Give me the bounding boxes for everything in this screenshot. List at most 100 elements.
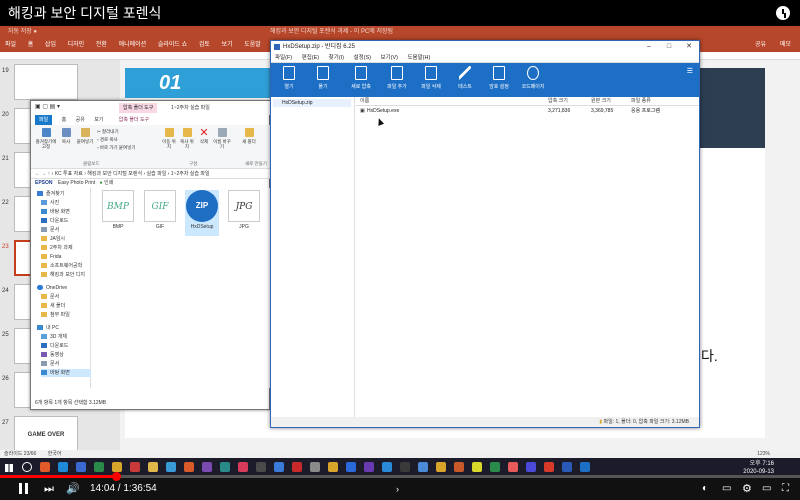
nav-item-quick-access[interactable]: 즐겨찾기 [37, 190, 64, 198]
taskbar-app-icon[interactable] [58, 462, 68, 472]
ppt-tab-help[interactable]: 도움말 [244, 42, 261, 48]
bandizip-taskbar-icon[interactable] [580, 462, 590, 472]
zoom-level[interactable]: 123% [757, 450, 770, 458]
delete-button[interactable]: ✕ 삭제 [197, 128, 211, 145]
minimize-button[interactable]: – [639, 41, 659, 53]
taskbar-app-icon[interactable] [526, 462, 536, 472]
nav-item-onedrive[interactable]: OneDrive [37, 284, 67, 292]
column-packed-size[interactable]: 압축 크기 [548, 97, 568, 106]
file-item-bmp[interactable]: BMP BMP [101, 190, 135, 236]
new-archive-button[interactable]: 새로 압축 [345, 66, 377, 90]
delete-file-button[interactable]: 파일 삭제 [415, 66, 447, 90]
ppt-tab-animation[interactable]: 애니메이션 [119, 42, 147, 48]
nav-item-downloads[interactable]: 다운로드 [41, 217, 68, 225]
explorer-tab-view[interactable]: 보기 [94, 117, 103, 123]
taskbar-app-icon[interactable] [112, 462, 122, 472]
ppt-tab-transition[interactable]: 전환 [96, 42, 107, 48]
volume-icon[interactable]: 🔊 [66, 482, 80, 496]
nav-item-folder[interactable]: 새 폴더 [41, 302, 65, 310]
taskbar-app-icon[interactable] [40, 462, 50, 472]
column-original-size[interactable]: 원본 크기 [591, 97, 611, 106]
ppt-tab-view[interactable]: 보기 [222, 42, 233, 48]
nav-item-folder[interactable]: Frida [41, 253, 61, 261]
move-to-button[interactable]: 이동 위치 [161, 128, 177, 149]
nav-item-documents[interactable]: 문서 [41, 360, 59, 368]
nav-item-folder[interactable]: 해킹과 보안 디지 [41, 271, 85, 279]
powerpoint-taskbar-icon[interactable] [544, 462, 554, 472]
chevron-icon[interactable]: › [396, 482, 406, 496]
explorer-tab-home[interactable]: 홈 [62, 117, 67, 123]
word-taskbar-icon[interactable] [562, 462, 572, 472]
ppt-tab-insert[interactable]: 삽입 [45, 42, 56, 48]
new-folder-button[interactable]: 새 폴더 [241, 128, 257, 144]
taskbar-app-icon[interactable] [508, 462, 518, 472]
visual-studio-icon[interactable] [364, 462, 374, 472]
paste-button[interactable]: 붙여넣기 [75, 128, 95, 144]
pin-to-quick-access-button[interactable]: 즐겨찾기에 고정 [35, 128, 57, 149]
taskbar-app-icon[interactable] [76, 462, 86, 472]
test-button[interactable]: 테스트 [449, 66, 481, 90]
compressed-folder-tools-tab[interactable]: 압축 폴더 도구 [119, 103, 158, 113]
subtitles-icon[interactable]: ▭ [722, 482, 736, 496]
menu-find[interactable]: 찾기(I) [329, 55, 344, 61]
codepage-button[interactable]: 코드페이지 [517, 66, 549, 90]
cut-button[interactable]: ✂ 잘라내기 [97, 129, 153, 134]
rename-button[interactable]: 이름 바꾸기 [213, 128, 231, 149]
video-title[interactable]: 해킹과 보안 디지털 포렌식 [0, 0, 800, 26]
close-button[interactable]: ✕ [679, 41, 699, 53]
taskbar-app-icon[interactable] [220, 462, 230, 472]
taskbar-app-icon[interactable] [382, 462, 392, 472]
taskbar-app-icon[interactable] [346, 462, 356, 472]
tree-item-archive[interactable]: HxDSetup.zip [273, 99, 351, 107]
add-file-button[interactable]: 파일 추가 [381, 66, 413, 90]
menu-help[interactable]: 도움말(H) [407, 55, 430, 61]
nav-item-desktop[interactable]: 바탕 화면 [41, 208, 70, 216]
maximize-button[interactable]: □ [659, 41, 679, 53]
settings-gear-icon[interactable]: ⚙ [742, 482, 756, 496]
nav-item-folder[interactable]: 소프트웨어공학 [41, 262, 82, 270]
print-button[interactable]: 인쇄 [104, 180, 113, 186]
menu-edit[interactable]: 편집(E) [302, 55, 319, 61]
copy-to-button[interactable]: 복사 위치 [179, 128, 195, 149]
extract-button[interactable]: 풀기 [307, 66, 339, 90]
back-arrow-icon[interactable]: ← → ↑ [35, 171, 52, 177]
autoplay-toggle[interactable]: ◐ [702, 482, 714, 496]
column-file-type[interactable]: 파일 종류 [631, 97, 651, 106]
theater-mode-icon[interactable]: ▭ [762, 482, 776, 496]
taskbar-app-icon[interactable] [490, 462, 500, 472]
copy-button[interactable]: 복사 [59, 128, 73, 144]
file-item-jpg[interactable]: JPG JPG [227, 190, 261, 236]
taskbar-app-icon[interactable] [400, 462, 410, 472]
taskbar-app-icon[interactable] [202, 462, 212, 472]
taskbar-app-icon[interactable] [256, 462, 266, 472]
ppt-share-button[interactable]: 공유 [755, 38, 766, 52]
file-row[interactable]: ▣ HxDSetup.exe 3,271,836 3,369,785 응용 프로… [356, 107, 699, 115]
scrubber-handle[interactable] [112, 472, 121, 481]
ppt-tab-review[interactable]: 검토 [199, 42, 210, 48]
copy-path-button[interactable]: ▫ 경로 복사 [97, 137, 153, 142]
ppt-tab-design[interactable]: 디자인 [68, 42, 85, 48]
taskbar-app-icon[interactable] [328, 462, 338, 472]
nav-item-desktop[interactable]: 바탕 화면 [41, 369, 91, 377]
taskbar-app-icon[interactable] [238, 462, 248, 472]
nav-item-videos[interactable]: 동영상 [41, 351, 64, 359]
nav-item-folder[interactable]: 첨부 파일 [41, 311, 70, 319]
ppt-comment-button[interactable]: 메모 [780, 38, 791, 52]
pause-icon[interactable] [18, 482, 30, 496]
address-bar[interactable]: ← → ↑ › KC 투표 자료 › 해킹과 보안 디지털 포렌식 › 실습 파… [31, 169, 271, 179]
explorer-tab-share[interactable]: 공유 [76, 117, 85, 123]
nav-item-pictures[interactable]: 사진 [41, 199, 59, 207]
nav-item-folder[interactable]: JA임시 [41, 235, 65, 243]
next-icon[interactable]: ⏭ [44, 482, 56, 496]
taskbar-app-icon[interactable] [418, 462, 428, 472]
menu-view[interactable]: 보기(V) [381, 55, 398, 61]
options-menu-icon[interactable]: ☰ [687, 67, 693, 75]
password-button[interactable]: 암호 설정 [483, 66, 515, 90]
taskbar-app-icon[interactable] [292, 462, 302, 472]
quick-access-toolbar-icons[interactable]: ▣ ▢ ▤ ▾ [35, 103, 75, 111]
taskbar-app-icon[interactable] [184, 462, 194, 472]
menu-settings[interactable]: 설정(S) [354, 55, 371, 61]
nav-item-downloads[interactable]: 다운로드 [41, 342, 68, 350]
progress-bar[interactable] [0, 472, 800, 481]
taskbar-app-icon[interactable] [130, 462, 140, 472]
